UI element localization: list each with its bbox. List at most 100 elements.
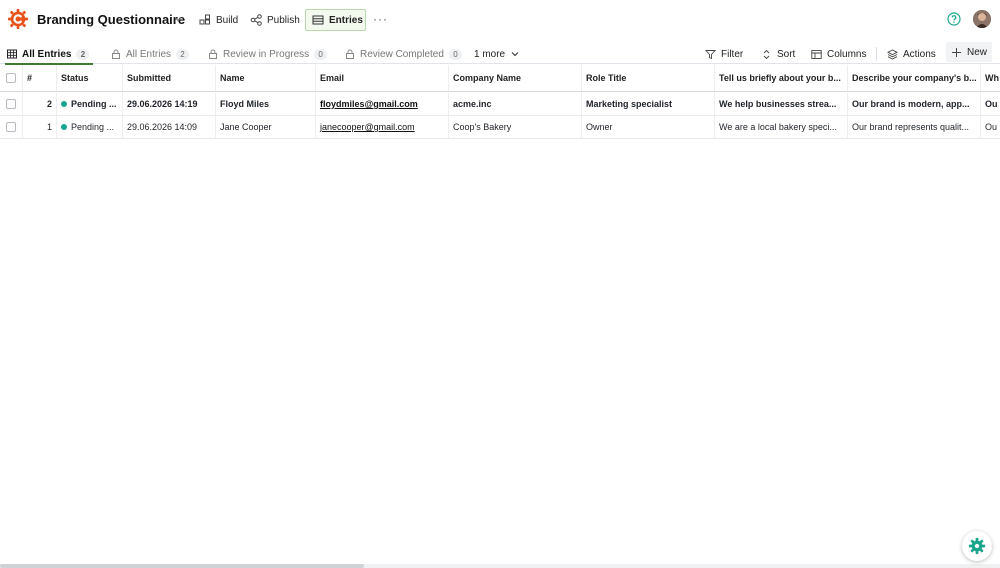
row-checkbox[interactable] (6, 122, 16, 132)
table-row[interactable]: 2 Pending ... 29.06.2026 14:19 Floyd Mil… (0, 93, 1000, 116)
row-number: 2 (23, 93, 57, 115)
plus-icon (952, 47, 961, 57)
sort-label: Sort (777, 48, 796, 60)
row-number: 1 (23, 116, 57, 138)
grid-icon (7, 49, 17, 59)
status-badge: Pending ... (71, 122, 115, 132)
more-views-label: 1 more (474, 48, 506, 60)
lock-icon (112, 49, 120, 59)
tab-label: Review in Progress (223, 48, 310, 60)
company-cell[interactable]: acme.inc (449, 93, 582, 115)
table-row[interactable]: 1 Pending ... 29.06.2026 14:09 Jane Coop… (0, 116, 1000, 139)
columns-label: Columns (827, 48, 867, 60)
chevron-down-icon[interactable] (173, 14, 183, 24)
role-cell[interactable]: Owner (582, 116, 715, 138)
submitted-cell[interactable]: 29.06.2026 14:09 (123, 116, 216, 138)
row-select-cell (0, 116, 23, 138)
header-describe-brand[interactable]: Describe your company's b... (848, 65, 981, 91)
tab-count-badge: 2 (76, 48, 90, 60)
settings-fab-button[interactable] (962, 531, 992, 561)
views-bar: All Entries 2 All Entries 2 Review in Pr… (0, 40, 1000, 65)
email-link[interactable]: floydmiles@gmail.com (320, 99, 418, 109)
filter-icon (705, 49, 716, 59)
gear-icon (968, 537, 986, 555)
truncated-cell[interactable]: Ou (981, 93, 1000, 115)
columns-button[interactable]: Columns (811, 44, 866, 64)
lock-icon (209, 49, 217, 59)
status-cell[interactable]: Pending ... (57, 116, 123, 138)
table-header-row: # Status Submitted Name Email Company Na… (0, 65, 1000, 92)
tell-cell[interactable]: We help businesses strea... (715, 93, 848, 115)
tab-review-in-progress[interactable]: Review in Progress 0 (208, 44, 328, 64)
share-icon (250, 14, 262, 26)
header-name[interactable]: Name (216, 65, 316, 91)
tab-label: All Entries (22, 48, 72, 60)
app-logo-icon[interactable] (7, 8, 29, 30)
actions-label: Actions (903, 48, 936, 60)
entries-button[interactable]: Entries (305, 9, 366, 31)
build-label: Build (216, 14, 239, 26)
tab-count-badge: 0 (314, 48, 328, 60)
actions-button[interactable]: Actions (887, 44, 936, 64)
status-cell[interactable]: Pending ... (57, 93, 123, 115)
sort-icon (763, 49, 770, 59)
publish-label: Publish (267, 14, 300, 26)
select-all-cell (0, 65, 23, 91)
header-tell-us[interactable]: Tell us briefly about your b... (715, 65, 848, 91)
chevron-down-icon (511, 52, 519, 57)
tell-cell[interactable]: We are a local bakery speci... (715, 116, 848, 138)
header-email[interactable]: Email (316, 65, 449, 91)
tab-review-completed[interactable]: Review Completed 0 (345, 44, 462, 64)
toolbar-divider (876, 47, 877, 61)
layers-icon (887, 48, 898, 60)
header-number-label: # (27, 73, 33, 83)
email-cell[interactable]: floydmiles@gmail.com (316, 93, 449, 115)
status-dot (61, 101, 67, 107)
name-cell[interactable]: Floyd Miles (216, 93, 316, 115)
company-cell[interactable]: Coop's Bakery (449, 116, 582, 138)
email-link[interactable]: janecooper@gmail.com (320, 122, 415, 132)
describe-cell[interactable]: Our brand represents qualit... (848, 116, 981, 138)
tab-all-entries-grid[interactable]: All Entries 2 (4, 44, 94, 65)
entries-icon (312, 15, 324, 25)
horizontal-scrollbar[interactable] (0, 564, 1000, 568)
email-cell[interactable]: janecooper@gmail.com (316, 116, 449, 138)
help-icon[interactable] (947, 12, 961, 26)
more-views-dropdown[interactable]: 1 more (474, 44, 520, 64)
role-cell[interactable]: Marketing specialist (582, 93, 715, 115)
tab-all-entries-locked[interactable]: All Entries 2 (111, 44, 190, 64)
name-cell[interactable]: Jane Cooper (216, 116, 316, 138)
sort-button[interactable]: Sort (761, 44, 795, 64)
tab-count-badge: 0 (448, 48, 462, 60)
filter-button[interactable]: Filter (705, 44, 743, 64)
top-bar: Branding Questionnaire Build Publish Ent… (0, 0, 1000, 40)
tab-count-badge: 2 (176, 48, 190, 60)
new-label: New (967, 46, 988, 58)
user-avatar[interactable] (973, 10, 991, 28)
select-all-checkbox[interactable] (6, 73, 16, 83)
status-badge: Pending ... (71, 99, 117, 109)
describe-cell[interactable]: Our brand is modern, app... (848, 93, 981, 115)
new-entry-button[interactable]: New (946, 42, 992, 62)
truncated-cell[interactable]: Ou (981, 116, 1000, 138)
columns-icon (811, 49, 822, 59)
tab-label: Review Completed (360, 48, 444, 60)
publish-button[interactable]: Publish (250, 9, 300, 31)
header-truncated[interactable]: Wh (981, 65, 1000, 91)
status-dot (61, 124, 67, 130)
build-button[interactable]: Build (199, 9, 238, 31)
form-title[interactable]: Branding Questionnaire (37, 12, 185, 27)
row-checkbox[interactable] (6, 99, 16, 109)
build-icon (199, 14, 210, 25)
header-number[interactable]: # (23, 65, 57, 91)
header-company-name[interactable]: Company Name (449, 65, 582, 91)
row-select-cell (0, 93, 23, 115)
more-options-button[interactable]: ··· (373, 12, 388, 26)
submitted-cell[interactable]: 29.06.2026 14:19 (123, 93, 216, 115)
header-submitted[interactable]: Submitted (123, 65, 216, 91)
scrollbar-thumb[interactable] (0, 564, 364, 568)
header-role-title[interactable]: Role Title (582, 65, 715, 91)
tab-label: All Entries (126, 48, 172, 60)
header-status[interactable]: Status (57, 65, 123, 91)
lock-icon (346, 49, 354, 59)
